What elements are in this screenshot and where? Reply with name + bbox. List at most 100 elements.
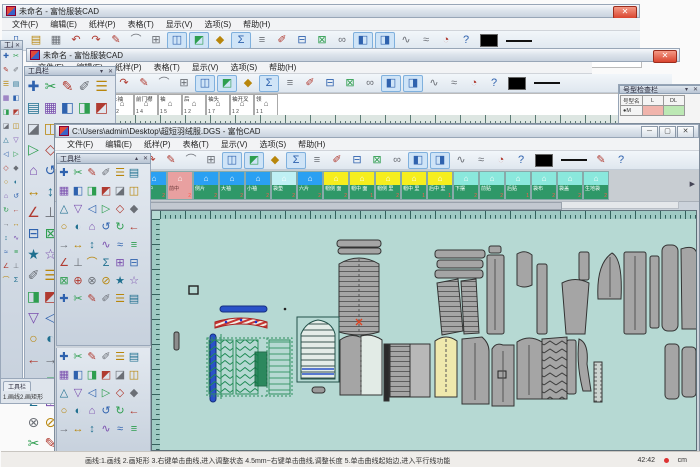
hanger-icon[interactable]: ⌒	[127, 33, 145, 48]
tool-icon[interactable]: ○	[57, 402, 71, 420]
scroll-right-icon[interactable]: ▶	[690, 180, 695, 188]
tool-icon[interactable]: ▦	[42, 97, 59, 118]
pattern-cell-后[interactable]: 后⌂1 2	[182, 94, 206, 116]
tool-icon[interactable]: ▽	[71, 200, 85, 218]
check-icon[interactable]: ⊠	[341, 76, 359, 91]
shift-right-icon[interactable]: ◨	[403, 75, 423, 92]
tool-icon[interactable]: ◪	[1, 120, 11, 134]
tool-icon[interactable]: ✂	[71, 348, 85, 366]
menu-item[interactable]: 显示(V)	[215, 139, 254, 150]
tool-icon[interactable]: ✐	[99, 290, 113, 308]
sum-icon[interactable]: Σ	[231, 32, 251, 49]
line-style-sample[interactable]	[534, 82, 560, 84]
help-icon[interactable]: ?	[485, 76, 503, 91]
tool-icon[interactable]: ◐	[11, 176, 21, 190]
dock-icon[interactable]: ▾	[682, 86, 691, 93]
tool-icon[interactable]: ✐	[11, 64, 21, 78]
color-wheel-icon[interactable]: ◔	[465, 76, 483, 91]
pattern-cell-帽中 里[interactable]: ⌂帽中 里1	[401, 171, 427, 200]
pattern-cell-袋垫[interactable]: ⌂袋垫2	[271, 171, 297, 200]
tool-icon[interactable]: ◁	[85, 384, 99, 402]
tool-icon[interactable]: ∿	[11, 232, 21, 246]
pattern-cell-侧片[interactable]: ⌂侧片2	[193, 171, 219, 200]
tool-icon[interactable]: ◁	[85, 200, 99, 218]
tool-icon[interactable]: ◫	[127, 182, 141, 200]
close-icon[interactable]: ✕	[653, 50, 677, 63]
tool-icon[interactable]: ✎	[1, 64, 11, 78]
plot-icon[interactable]: ⊟	[348, 153, 366, 168]
tool-icon[interactable]: ⌒	[1, 274, 11, 288]
link-icon[interactable]: ∞	[333, 33, 351, 48]
pattern-cell-下摆[interactable]: ⌂下摆2	[453, 171, 479, 200]
tool-icon[interactable]: ▦	[1, 92, 11, 106]
table-icon[interactable]: ⊞	[147, 33, 165, 48]
tool-icon[interactable]: ◪	[113, 366, 127, 384]
tool-icon[interactable]: ★	[25, 244, 42, 265]
pattern-cell-袋布[interactable]: ⌂袋布2	[531, 171, 557, 200]
tool-icon[interactable]: ◇	[113, 200, 127, 218]
curve2-icon[interactable]: ≈	[472, 153, 490, 168]
table-icon[interactable]: ⊞	[175, 76, 193, 91]
pen-tool-icon[interactable]: ✎	[592, 153, 610, 168]
piece-view-icon[interactable]: ◩	[244, 152, 264, 169]
pattern-cell-袖开叉[interactable]: 袖开叉⌂1 2	[230, 94, 254, 116]
tool-icon[interactable]: ↺	[99, 402, 113, 420]
line-style-sample[interactable]	[506, 40, 532, 42]
tool-icon[interactable]: ▷	[99, 384, 113, 402]
tool-icon[interactable]: ←	[127, 218, 141, 236]
color-wheel-icon[interactable]: ◔	[492, 153, 510, 168]
shift-left-icon[interactable]: ◧	[381, 75, 401, 92]
tool-icon[interactable]: ▽	[11, 134, 21, 148]
shift-right-icon[interactable]: ◨	[430, 152, 450, 169]
tool-icon[interactable]: ≈	[1, 246, 11, 260]
tool-icon[interactable]: ≡	[11, 246, 21, 260]
tool-icon[interactable]: ∠	[57, 254, 71, 272]
piece-view-icon[interactable]: ◩	[189, 32, 209, 49]
menu-item[interactable]: 帮助(H)	[263, 62, 302, 73]
tool-icon[interactable]: →	[1, 218, 11, 232]
tool-icon[interactable]: ↻	[113, 402, 127, 420]
query-tool-icon[interactable]: ?	[612, 153, 630, 168]
tool-icon[interactable]: ◪	[25, 118, 42, 139]
tool-icon[interactable]: ▤	[25, 97, 42, 118]
color-swatch[interactable]	[508, 77, 526, 90]
close-icon[interactable]: ✕	[141, 155, 150, 162]
pattern-cell-后中 里[interactable]: ⌂后中 里1	[427, 171, 453, 200]
curve1-icon[interactable]: ∿	[452, 153, 470, 168]
tool-icon[interactable]: ✐	[25, 265, 42, 286]
tool-icon[interactable]: ▽	[25, 307, 42, 328]
pattern-cell-袖[interactable]: 袖⌂1 5	[158, 94, 182, 116]
tool-icon[interactable]: ↕	[1, 232, 11, 246]
tool-icon[interactable]: ▽	[71, 384, 85, 402]
tool-icon[interactable]: ◪	[113, 182, 127, 200]
tool-icon[interactable]: ↔	[71, 420, 85, 438]
tool-icon[interactable]: ✎	[59, 76, 76, 97]
menu-item[interactable]: 帮助(H)	[237, 19, 276, 30]
pattern-cell-后贴[interactable]: ⌂后贴1	[505, 171, 531, 200]
pattern-cell-帽中 面[interactable]: ⌂帽中 面1	[349, 171, 375, 200]
tool-icon[interactable]: ▷	[11, 148, 21, 162]
dock-icon[interactable]: ▾	[97, 68, 106, 75]
tool-icon[interactable]: ○	[57, 218, 71, 236]
tool-icon[interactable]: ←	[127, 402, 141, 420]
tool-icon[interactable]: ✐	[76, 76, 93, 97]
tool-icon[interactable]: ☰	[1, 78, 11, 92]
tool-icon[interactable]: ✐	[99, 164, 113, 182]
tool-icon[interactable]: Σ	[99, 254, 113, 272]
pattern-cell-帽侧 面[interactable]: ⌂帽侧 面2	[323, 171, 349, 200]
tool-icon[interactable]: ⊟	[127, 254, 141, 272]
tool-icon[interactable]: ⊥	[71, 254, 85, 272]
link-icon[interactable]: ∞	[361, 76, 379, 91]
tool-icon[interactable]: ⌂	[1, 190, 11, 204]
tool-icon[interactable]: ↔	[71, 236, 85, 254]
tool-icon[interactable]: ☆	[127, 272, 141, 290]
tool-icon[interactable]: ↺	[99, 218, 113, 236]
menu-item[interactable]: 编辑(E)	[44, 19, 83, 30]
tool-icon[interactable]: ↻	[1, 204, 11, 218]
undo-icon[interactable]: ↶	[67, 33, 85, 48]
minimize-icon[interactable]: ─	[641, 126, 658, 138]
pattern-cell-袋盖[interactable]: ⌂袋盖2	[557, 171, 583, 200]
color-swatch[interactable]	[480, 34, 498, 47]
stylus-icon[interactable]: ✐	[328, 153, 346, 168]
tool-icon[interactable]: ◧	[71, 366, 85, 384]
